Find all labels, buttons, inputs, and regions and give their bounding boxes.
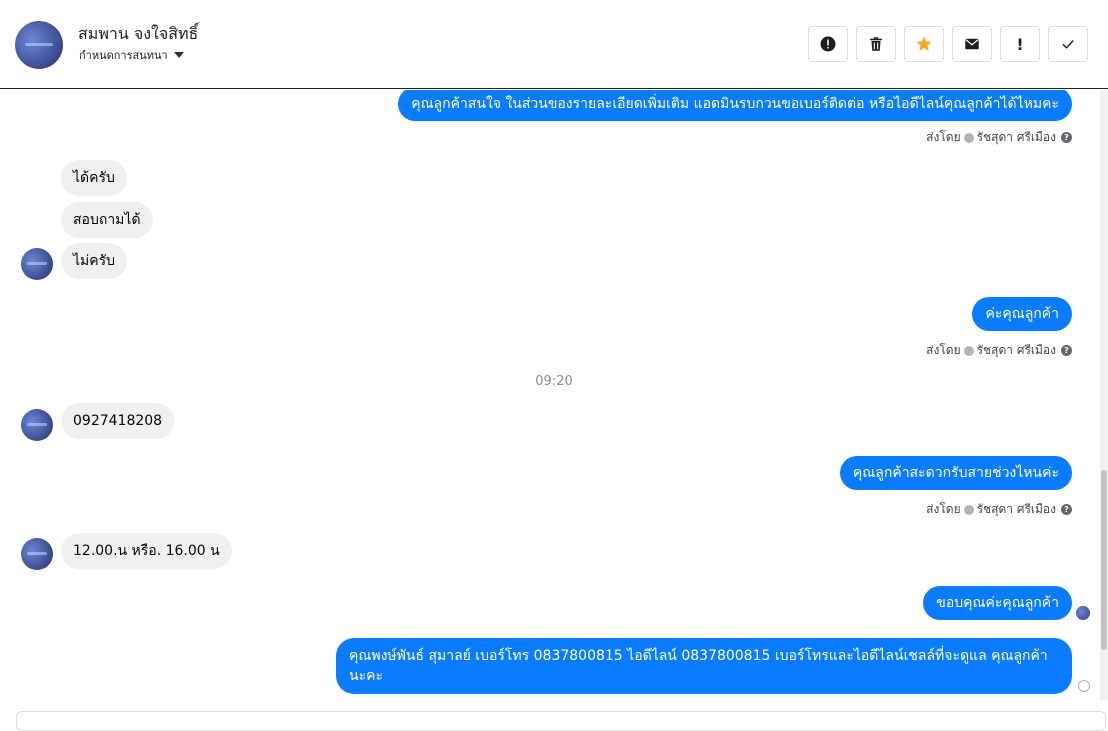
delivered-icon xyxy=(1078,680,1090,692)
help-icon[interactable]: ? xyxy=(1061,345,1072,356)
sent-by-info: ส่งโดย รัชสุดา ศรีเมือง ? xyxy=(926,500,1072,519)
help-icon[interactable]: ? xyxy=(1061,132,1072,143)
seen-avatar xyxy=(1076,606,1090,620)
sent-by-label: ส่งโดย xyxy=(926,502,961,516)
outgoing-message: ค่ะคุณลูกค้า xyxy=(972,297,1072,331)
incoming-message: 12.00.น หรือ. 16.00 น xyxy=(61,533,232,569)
mail-icon xyxy=(965,38,979,50)
status-label: กำหนดการสนทนา xyxy=(79,49,168,62)
message-thread[interactable]: คุณลูกค้าสนใจ ในส่วนของรายละเอียดเพิ่มเต… xyxy=(0,90,1108,718)
outgoing-message: ขอบคุณค่ะคุณลูกค้า xyxy=(923,586,1072,620)
scrollbar-thumb[interactable] xyxy=(1101,470,1107,650)
outgoing-message: คุณลูกค้าสนใจ ในส่วนของรายละเอียดเพิ่มเต… xyxy=(398,90,1072,121)
incoming-message: สอบถามได้ xyxy=(61,202,153,238)
contact-avatar-small[interactable] xyxy=(21,409,53,441)
mark-done-button[interactable] xyxy=(1048,26,1088,62)
scrollbar[interactable] xyxy=(1100,90,1108,700)
verified-icon xyxy=(963,345,974,356)
sent-by-info: ส่งโดย รัชสุดา ศรีเมือง ? xyxy=(926,128,1072,147)
report-button[interactable] xyxy=(808,26,848,62)
exclamation-icon: ! xyxy=(1016,34,1024,54)
contact-avatar[interactable] xyxy=(15,21,63,69)
message-timestamp: 09:20 xyxy=(535,374,573,389)
verified-icon xyxy=(963,132,974,143)
delete-button[interactable] xyxy=(856,26,896,62)
message-composer[interactable] xyxy=(16,711,1106,731)
outgoing-message: คุณลูกค้าสะดวกรับสายช่วงไหนค่ะ xyxy=(839,456,1072,490)
verified-icon xyxy=(963,504,974,515)
trash-icon xyxy=(870,37,882,51)
caret-down-icon xyxy=(173,52,184,58)
sent-by-label: ส่งโดย xyxy=(926,130,961,144)
incoming-message: 0927418208 xyxy=(61,403,175,439)
sender-name: รัชสุดา ศรีเมือง xyxy=(976,502,1056,516)
incoming-message: ไม่ครับ xyxy=(61,243,128,279)
sender-name: รัชสุดา ศรีเมือง xyxy=(976,130,1056,144)
outgoing-message: คุณพงษ์พันธ์ สุมาลย์ เบอร์โทร 0837800815… xyxy=(336,638,1072,694)
check-icon xyxy=(1062,40,1074,49)
help-icon[interactable]: ? xyxy=(1061,504,1072,515)
header-actions: ! xyxy=(808,26,1088,62)
star-icon xyxy=(916,36,932,51)
star-button[interactable] xyxy=(904,26,944,62)
contact-avatar-small[interactable] xyxy=(21,248,53,280)
conversation-header: สมพาน จงใจสิทธิ์ กำหนดการสนทนา ! xyxy=(0,0,1108,89)
contact-avatar-small[interactable] xyxy=(21,538,53,570)
sent-by-info: ส่งโดย รัชสุดา ศรีเมือง ? xyxy=(926,341,1072,360)
contact-name[interactable]: สมพาน จงใจสิทธิ์ xyxy=(78,22,198,47)
exclamation-button[interactable]: ! xyxy=(1000,26,1040,62)
sender-name: รัชสุดา ศรีเมือง xyxy=(976,343,1056,357)
sent-by-label: ส่งโดย xyxy=(926,343,961,357)
mail-button[interactable] xyxy=(952,26,992,62)
incoming-message: ได้ครับ xyxy=(61,160,127,196)
report-icon xyxy=(820,36,836,52)
conversation-status-dropdown[interactable]: กำหนดการสนทนา xyxy=(79,46,184,64)
